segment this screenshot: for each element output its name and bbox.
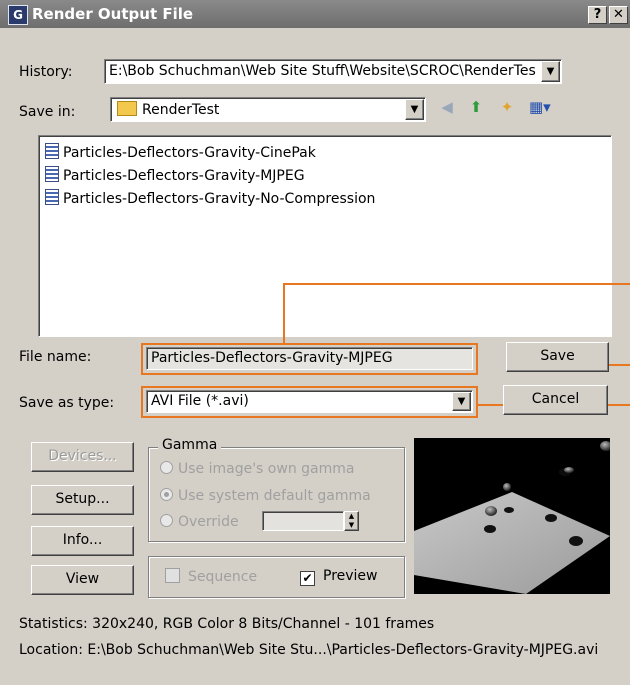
preview-ball bbox=[485, 506, 497, 516]
preview-checkbox[interactable]: ✔ Preview bbox=[300, 568, 378, 586]
preview-ball bbox=[600, 441, 610, 451]
up-folder-icon[interactable]: ⬆ bbox=[466, 97, 486, 117]
gamma-override-radio[interactable]: Override bbox=[160, 514, 239, 530]
override-input[interactable] bbox=[262, 511, 344, 531]
radio-icon bbox=[160, 514, 173, 527]
list-item[interactable]: Particles-Deflectors-Gravity-CinePak bbox=[45, 143, 316, 163]
devices-button[interactable]: Devices... bbox=[31, 442, 134, 472]
gamma-own-radio[interactable]: Use image's own gamma bbox=[160, 461, 354, 477]
chevron-down-icon: ▼ bbox=[457, 396, 466, 407]
save-in-folder: RenderTest bbox=[142, 102, 220, 118]
save-in-combo[interactable]: RenderTest ▼ bbox=[110, 97, 426, 122]
setup-button[interactable]: Setup... bbox=[31, 485, 134, 515]
statistics-text: Statistics: 320x240, RGB Color 8 Bits/Ch… bbox=[19, 616, 435, 632]
gamma-title: Gamma bbox=[158, 437, 222, 453]
history-combo[interactable]: E:\Bob Schuchman\Web Site Stuff\Website\… bbox=[104, 59, 562, 84]
list-item[interactable]: Particles-Deflectors-Gravity-No-Compress… bbox=[45, 189, 375, 209]
preview-shadow bbox=[545, 514, 557, 522]
save-in-dropdown-button[interactable]: ▼ bbox=[405, 99, 424, 120]
preview-ball bbox=[564, 467, 574, 473]
radio-selected-icon bbox=[160, 488, 173, 501]
file-name-input[interactable]: Particles-Deflectors-Gravity-MJPEG bbox=[146, 347, 473, 370]
window-title: Render Output File bbox=[32, 5, 194, 23]
preview-scene bbox=[414, 441, 610, 594]
annotation-line bbox=[283, 283, 285, 345]
save-button[interactable]: Save bbox=[506, 342, 609, 372]
view-menu-icon[interactable]: ▦▾ bbox=[529, 97, 551, 117]
override-spinner[interactable]: ▲ ▼ bbox=[344, 511, 359, 531]
annotation-line bbox=[609, 364, 630, 366]
save-as-type-label: Save as type: bbox=[19, 395, 115, 411]
history-value: E:\Bob Schuchman\Web Site Stuff\Website\… bbox=[109, 63, 536, 79]
view-button[interactable]: View bbox=[31, 565, 134, 595]
file-list[interactable]: Particles-Deflectors-Gravity-CinePak Par… bbox=[38, 135, 612, 337]
checkbox-icon bbox=[165, 568, 180, 583]
history-dropdown-button[interactable]: ▼ bbox=[541, 61, 560, 82]
file-name-label: File name: bbox=[19, 349, 92, 365]
close-button[interactable]: ✕ bbox=[609, 6, 628, 24]
chevron-down-icon: ▼ bbox=[546, 66, 555, 77]
location-text: Location: E:\Bob Schuchman\Web Site Stu.… bbox=[19, 642, 599, 658]
info-button[interactable]: Info... bbox=[31, 526, 134, 556]
file-name-value: Particles-Deflectors-Gravity-MJPEG bbox=[151, 350, 393, 366]
preview-shadow bbox=[504, 507, 514, 513]
app-icon: G bbox=[8, 5, 28, 25]
back-icon[interactable]: ◀ bbox=[437, 97, 457, 117]
cancel-button[interactable]: Cancel bbox=[503, 385, 608, 415]
save-as-type-combo[interactable]: AVI File (*.avi) ▼ bbox=[146, 390, 473, 413]
video-file-icon bbox=[45, 143, 59, 159]
folder-icon bbox=[117, 101, 137, 116]
spin-up-icon: ▲ bbox=[348, 512, 355, 520]
checkmark-icon: ✔ bbox=[300, 571, 315, 586]
help-button[interactable]: ? bbox=[588, 6, 607, 24]
sequence-checkbox[interactable]: Sequence bbox=[165, 568, 257, 585]
new-folder-icon[interactable]: ✦ bbox=[497, 97, 517, 117]
gamma-system-radio[interactable]: Use system default gamma bbox=[160, 488, 371, 504]
preview-shadow bbox=[484, 525, 496, 533]
history-label: History: bbox=[19, 64, 73, 80]
save-as-type-dropdown-button[interactable]: ▼ bbox=[452, 392, 471, 411]
save-in-label: Save in: bbox=[19, 104, 76, 120]
title-bar: G Render Output File ? ✕ bbox=[0, 0, 630, 28]
radio-icon bbox=[160, 461, 173, 474]
video-file-icon bbox=[45, 189, 59, 205]
preview-shadow bbox=[569, 536, 583, 546]
preview-ball bbox=[503, 483, 511, 491]
annotation-line bbox=[283, 283, 630, 285]
video-file-icon bbox=[45, 166, 59, 182]
chevron-down-icon: ▼ bbox=[410, 104, 419, 115]
save-as-type-value: AVI File (*.avi) bbox=[151, 393, 249, 409]
list-item[interactable]: Particles-Deflectors-Gravity-MJPEG bbox=[45, 166, 305, 186]
render-preview-image bbox=[414, 438, 610, 594]
spin-down-icon: ▼ bbox=[348, 521, 355, 529]
